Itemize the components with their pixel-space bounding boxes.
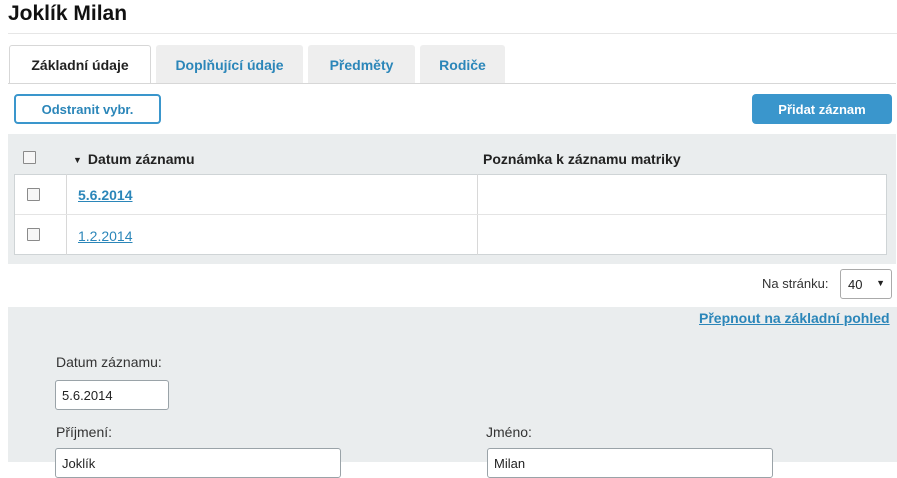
per-page-value: 40 — [848, 276, 863, 292]
delete-selected-button[interactable]: Odstranit vybr. — [14, 94, 161, 124]
column-header-label: Datum záznamu — [87, 151, 195, 167]
tab-basic-info[interactable]: Základní údaje — [9, 45, 151, 83]
switch-view-link[interactable]: Přepnout na základní pohled — [699, 310, 890, 326]
select-all-checkbox[interactable] — [23, 151, 36, 164]
name-field[interactable] — [487, 448, 773, 478]
surname-field-label: Příjmení: — [56, 424, 113, 440]
table-row-date[interactable]: 5.6.2014 — [78, 187, 133, 203]
record-date-link[interactable]: 5.6.2014 — [78, 187, 133, 203]
column-header-note[interactable]: Poznámka k záznamu matriky — [483, 151, 681, 167]
add-record-button[interactable]: Přidat záznam — [752, 94, 892, 124]
name-field-label: Jméno: — [486, 424, 532, 440]
column-header-label: Poznámka k záznamu matriky — [483, 151, 681, 167]
date-field[interactable] — [55, 380, 169, 410]
tab-label: Rodiče — [439, 56, 486, 73]
surname-field[interactable] — [55, 448, 341, 478]
tab-parents[interactable]: Rodiče — [420, 45, 505, 83]
per-page-select[interactable]: 40 ▼ — [840, 269, 892, 299]
date-field-label: Datum záznamu: — [56, 354, 162, 370]
tab-label: Doplňující údaje — [175, 56, 284, 73]
button-label: Odstranit vybr. — [41, 101, 134, 117]
sort-desc-icon: ▼ — [73, 155, 82, 165]
chevron-down-icon: ▼ — [876, 278, 885, 288]
record-date-link[interactable]: 1.2.2014 — [78, 228, 133, 244]
tab-additional-info[interactable]: Doplňující údaje — [156, 45, 303, 83]
row-divider — [15, 214, 886, 215]
tabs-divider — [8, 83, 896, 84]
tab-label: Předměty — [329, 56, 394, 73]
column-header-date[interactable]: ▼ Datum záznamu — [73, 151, 195, 167]
button-label: Přidat záznam — [778, 101, 866, 117]
row-checkbox[interactable] — [27, 228, 40, 241]
title-divider — [8, 33, 897, 34]
row-checkbox[interactable] — [27, 188, 40, 201]
table-row-date[interactable]: 1.2.2014 — [78, 228, 133, 244]
tab-subjects[interactable]: Předměty — [308, 45, 415, 83]
per-page-label: Na stránku: — [762, 276, 829, 291]
tab-label: Základní údaje — [31, 56, 129, 73]
page-title: Joklík Milan — [8, 2, 128, 25]
